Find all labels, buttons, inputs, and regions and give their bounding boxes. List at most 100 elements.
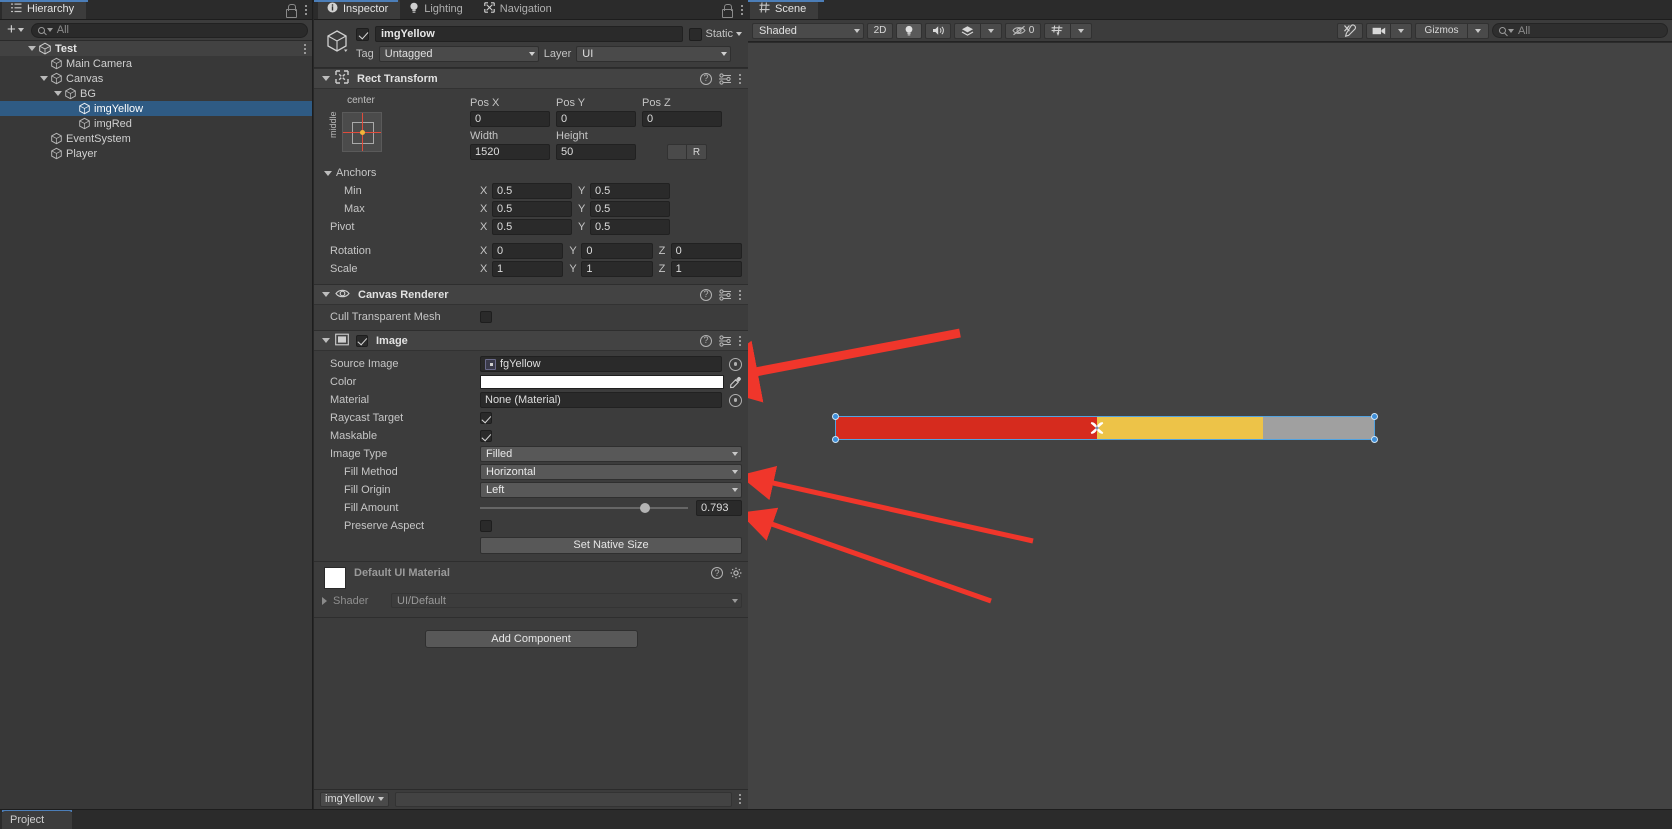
expand-toggle[interactable] [26,46,38,51]
resize-handle-bottom-right[interactable] [1371,436,1378,443]
footer-menu-icon[interactable] [738,792,742,806]
hierarchy-row-eventsystem[interactable]: EventSystem [0,131,312,146]
help-icon[interactable]: ? [700,334,712,347]
gameobject-name-input[interactable]: imgYellow [375,26,684,42]
resize-handle-top-left[interactable] [832,413,839,420]
toggle-fx-button[interactable] [954,22,980,39]
hierarchy-row-bg[interactable]: BG [0,86,312,101]
add-component-button[interactable]: Add Component [424,630,638,648]
pos-y-input[interactable]: 0 [556,111,636,127]
scene-row-menu-icon[interactable] [303,42,307,56]
tab-hierarchy[interactable]: Hierarchy [2,0,87,19]
scale-x-input[interactable]: 1 [492,261,564,277]
rotation-z-input[interactable]: 0 [670,243,742,259]
raw-edit-mode-button[interactable]: R [687,144,707,160]
fx-dropdown-button[interactable] [980,22,1002,39]
anchor-preset-button[interactable] [342,112,382,152]
gizmos-button[interactable]: Gizmos [1415,22,1467,39]
maskable-checkbox[interactable] [480,430,492,442]
fill-origin-dropdown[interactable]: Left [480,482,742,498]
gear-icon[interactable] [730,567,742,579]
blueprint-mode-button[interactable] [667,144,687,160]
inspector-menu-icon[interactable] [740,3,744,17]
material-expand-icon[interactable] [322,596,327,605]
anchors-foldout-icon[interactable] [324,170,332,176]
help-icon[interactable]: ? [700,288,712,301]
anchor-min-x-input[interactable]: 0.5 [492,183,572,199]
foldout-icon[interactable] [322,76,330,81]
tab-navigation[interactable]: Navigation [475,0,564,19]
hierarchy-row-imgyellow[interactable]: imgYellow [0,101,312,116]
pivot-x-input[interactable]: 0.5 [492,219,572,235]
material-picker-button[interactable] [729,393,742,407]
component-menu-icon[interactable] [738,334,742,348]
hierarchy-menu-icon[interactable] [304,3,308,17]
toggle-lighting-button[interactable] [896,22,922,39]
static-dropdown-chevron-icon[interactable] [736,32,742,36]
hierarchy-search-input[interactable]: All [30,22,308,38]
resize-handle-top-right[interactable] [1371,413,1378,420]
scale-z-input[interactable]: 1 [670,261,742,277]
width-input[interactable]: 1520 [470,144,550,160]
rotation-y-input[interactable]: 0 [581,243,653,259]
footer-breadcrumb[interactable]: imgYellow [320,791,390,807]
fill-amount-slider-handle[interactable] [639,503,650,513]
height-input[interactable]: 50 [556,144,636,160]
canvas-renderer-header[interactable]: Canvas Renderer ? [314,285,748,305]
cull-transparent-mesh-checkbox[interactable] [480,311,492,323]
tag-dropdown[interactable]: Untagged [378,46,539,62]
hierarchy-row-canvas[interactable]: Canvas [0,71,312,86]
toggle-2d-button[interactable]: 2D [867,22,893,39]
preset-icon[interactable] [719,72,731,85]
foldout-icon[interactable] [322,292,330,297]
scale-y-input[interactable]: 1 [581,261,653,277]
grid-dropdown-button[interactable] [1070,22,1092,39]
hierarchy-row-main-camera[interactable]: Main Camera [0,56,312,71]
search-filter-chevron-icon[interactable] [46,28,53,32]
grid-visibility-button[interactable] [1044,22,1070,39]
expand-toggle[interactable] [38,76,50,81]
anchor-max-x-input[interactable]: 0.5 [492,201,572,217]
layer-dropdown[interactable]: UI [576,46,732,62]
material-objectfield[interactable]: None (Material) [480,392,722,408]
hierarchy-row-imgred[interactable]: imgRed [0,116,312,131]
shading-mode-dropdown[interactable]: Shaded [752,22,864,39]
rotation-x-input[interactable]: 0 [492,243,564,259]
component-menu-icon[interactable] [738,72,742,86]
tab-lighting[interactable]: Lighting [400,0,475,19]
rect-transform-header[interactable]: Rect Transform ? [314,69,748,89]
progress-bar-object[interactable] [832,413,1378,443]
anchor-max-y-input[interactable]: 0.5 [590,201,670,217]
search-filter-chevron-icon[interactable] [1508,28,1514,33]
static-checkbox[interactable] [689,27,703,41]
scene-tools-button[interactable] [1337,22,1363,39]
tab-inspector[interactable]: Inspector [318,0,401,19]
pos-x-input[interactable]: 0 [470,111,550,127]
pivot-y-input[interactable]: 0.5 [590,219,670,235]
fill-amount-slider[interactable] [480,503,688,513]
pivot-gizmo-icon[interactable] [1088,419,1104,435]
tab-scene[interactable]: Scene [750,0,819,19]
image-header[interactable]: Image ? [314,331,748,351]
help-icon[interactable]: ? [711,567,723,579]
scene-viewport[interactable] [748,43,1672,829]
create-button[interactable]: + [4,22,27,38]
preset-icon[interactable] [719,334,731,347]
hierarchy-row-player[interactable]: Player [0,146,312,161]
source-image-picker-button[interactable] [729,357,742,371]
preset-icon[interactable] [719,288,731,301]
fill-method-dropdown[interactable]: Horizontal [480,464,742,480]
gameobject-enabled-checkbox[interactable] [356,27,369,41]
eyedropper-icon[interactable] [729,376,742,389]
preserve-aspect-checkbox[interactable] [480,520,492,532]
camera-dropdown-button[interactable] [1390,22,1412,39]
anchor-min-y-input[interactable]: 0.5 [590,183,670,199]
tab-project[interactable]: Project [2,811,72,829]
foldout-icon[interactable] [322,338,330,343]
source-image-objectfield[interactable]: fgYellow [480,356,722,372]
color-swatch-field[interactable] [480,375,724,389]
hidden-objects-button[interactable]: 0 [1005,22,1041,39]
fill-amount-input[interactable]: 0.793 [696,500,742,516]
expand-toggle[interactable] [52,91,64,96]
raycast-target-checkbox[interactable] [480,412,492,424]
